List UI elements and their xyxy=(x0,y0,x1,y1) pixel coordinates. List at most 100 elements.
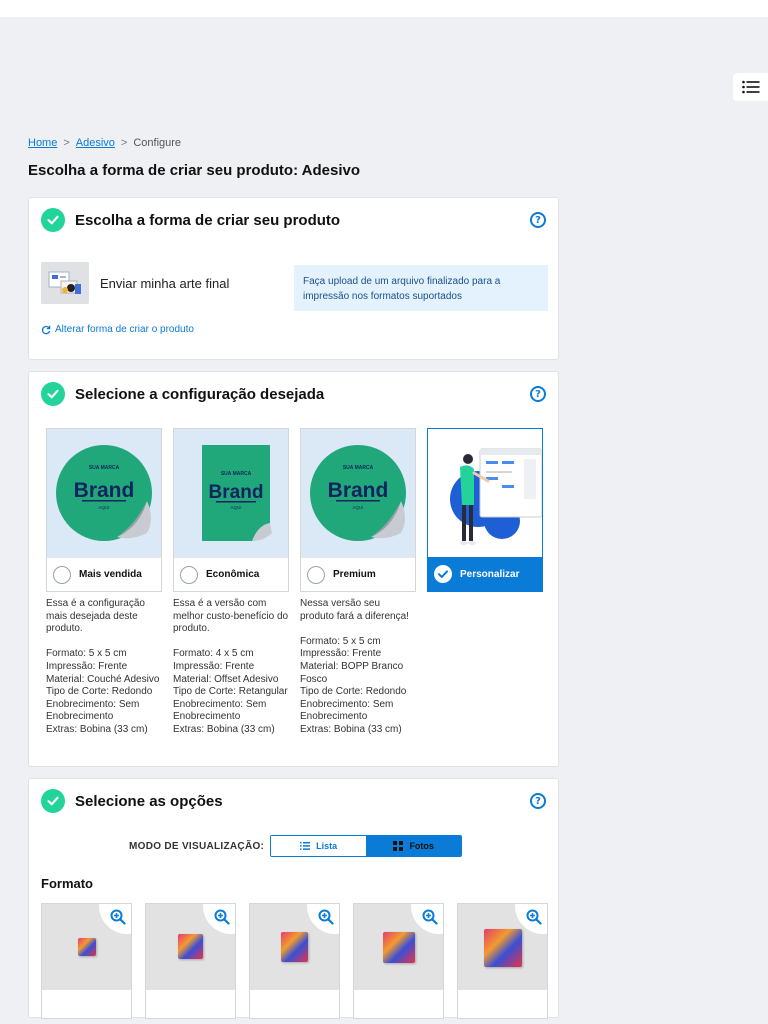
option-footer: Econômica xyxy=(174,557,288,591)
menu-button[interactable] xyxy=(733,73,768,101)
breadcrumb-separator: > xyxy=(120,137,128,149)
format-preview xyxy=(146,904,235,990)
check-icon xyxy=(41,789,65,813)
grid-icon xyxy=(393,841,404,851)
change-method-link[interactable]: Alterar forma de criar o produto xyxy=(41,324,194,335)
format-option[interactable] xyxy=(41,903,132,1019)
option-footer: Premium xyxy=(301,557,415,591)
check-icon xyxy=(41,382,65,406)
format-preview xyxy=(250,904,339,990)
options-card: Selecione as opções ? MODO DE VISUALIZAÇ… xyxy=(28,778,559,1019)
zoom-in-icon[interactable] xyxy=(203,904,235,934)
card-header: Selecione as opções xyxy=(41,789,223,813)
format-option[interactable] xyxy=(457,903,548,1019)
radio-button[interactable] xyxy=(307,565,325,584)
view-list-button[interactable]: Lista xyxy=(271,836,367,856)
description-intro: Essa é a configuração mais desejada dest… xyxy=(46,598,145,635)
format-option[interactable] xyxy=(145,903,236,1019)
config-option-economic[interactable]: SUA MARCA Brand AQUI Econômica xyxy=(173,428,289,592)
sticker-preview-round: SUA MARCA Brand AQUI xyxy=(47,429,161,557)
sticker-thumbnail xyxy=(178,934,203,959)
brand-top-text: SUA MARCA xyxy=(221,471,252,477)
format-preview xyxy=(354,904,443,990)
brand-top-text: SUA MARCA xyxy=(343,465,374,471)
configuration-card: Selecione a configuração desejada ? SUA … xyxy=(28,371,559,767)
breadcrumb: Home > Adesivo > Configure xyxy=(28,137,181,149)
description-intro: Essa é a versão com melhor custo-benefíc… xyxy=(173,598,289,635)
brand-bottom-text: AQUI xyxy=(352,505,363,510)
option-description: Essa é a versão com melhor custo-benefíc… xyxy=(173,598,289,737)
format-option[interactable] xyxy=(353,903,444,1019)
refresh-icon xyxy=(41,325,51,334)
brand-bottom-text: AQUI xyxy=(98,505,109,510)
list-menu-icon xyxy=(741,80,759,94)
breadcrumb-separator: > xyxy=(63,137,70,149)
option-footer: Personalizar xyxy=(428,557,542,591)
zoom-in-icon[interactable] xyxy=(307,904,339,934)
breadcrumb-category-link[interactable]: Adesivo xyxy=(76,137,115,149)
view-mode-label: MODO DE VISUALIZAÇÃO: xyxy=(129,840,265,852)
description-intro: Nessa versão seu produto fará a diferenç… xyxy=(300,598,409,622)
brand-top-text: SUA MARCA xyxy=(89,465,120,471)
configuration-options: SUA MARCA Brand AQUI Mais vendida SUA MA… xyxy=(46,428,543,592)
config-option-customize[interactable]: Personalizar xyxy=(427,428,543,592)
format-option[interactable] xyxy=(249,903,340,1019)
breadcrumb-current: Configure xyxy=(133,137,182,149)
configuration-descriptions: Essa é a configuração mais desejada dest… xyxy=(46,598,416,737)
customize-illustration xyxy=(428,429,542,557)
brand-main-text: Brand xyxy=(74,479,135,502)
card-header: Selecione a configuração desejada xyxy=(41,382,324,406)
card-title: Escolha a forma de criar seu produto xyxy=(75,211,341,229)
sticker-thumbnail xyxy=(383,932,415,963)
view-list-label: Lista xyxy=(316,841,338,851)
format-preview xyxy=(458,904,547,990)
option-footer: Mais vendida xyxy=(47,557,161,591)
option-label: Premium xyxy=(333,569,376,580)
page-title: Escolha a forma de criar seu produto: Ad… xyxy=(28,162,361,179)
change-method-label: Alterar forma de criar o produto xyxy=(55,324,194,335)
sticker-preview-premium: SUA MARCA Brand AQUI xyxy=(301,429,415,557)
card-title: Selecione as opções xyxy=(75,792,223,810)
help-icon[interactable]: ? xyxy=(530,212,546,228)
check-icon xyxy=(41,208,65,232)
sticker-thumbnail xyxy=(281,932,308,962)
upload-info-box: Faça upload de um arquivo finalizado par… xyxy=(294,265,548,311)
zoom-in-icon[interactable] xyxy=(411,904,443,934)
view-mode-toggle: Lista Fotos xyxy=(270,835,463,857)
breadcrumb-home-link[interactable]: Home xyxy=(28,137,57,149)
config-option-premium[interactable]: SUA MARCA Brand AQUI Premium xyxy=(300,428,416,592)
brand-bottom-text: AQUI xyxy=(230,505,241,510)
top-bar xyxy=(0,0,768,17)
option-description: Essa é a configuração mais desejada dest… xyxy=(46,598,162,737)
upload-art-icon xyxy=(41,262,89,304)
option-label: Personalizar xyxy=(460,568,520,580)
description-details: Formato: 5 x 5 cm Impressão: Frente Mate… xyxy=(300,635,407,735)
option-description: Nessa versão seu produto fará a diferenç… xyxy=(300,598,416,737)
radio-button[interactable] xyxy=(180,565,198,584)
help-icon[interactable]: ? xyxy=(530,386,546,402)
card-header: Escolha a forma de criar seu produto xyxy=(41,208,340,232)
brand-main-text: Brand xyxy=(328,479,389,502)
view-mode-row: MODO DE VISUALIZAÇÃO: Lista Fotos xyxy=(129,835,463,857)
view-photos-button[interactable]: Fotos xyxy=(366,836,462,856)
brand-main-text: Brand xyxy=(209,482,264,503)
zoom-in-icon[interactable] xyxy=(99,904,131,934)
format-preview xyxy=(42,904,131,990)
format-heading: Formato xyxy=(41,876,93,891)
sticker-thumbnail xyxy=(78,938,96,956)
help-icon[interactable]: ? xyxy=(530,793,546,809)
check-icon xyxy=(438,570,448,578)
sticker-thumbnail xyxy=(484,929,522,967)
radio-button-checked[interactable] xyxy=(434,565,452,583)
upload-art-option-label: Enviar minha arte final xyxy=(100,276,230,291)
radio-button[interactable] xyxy=(53,565,71,584)
option-label: Mais vendida xyxy=(79,569,142,580)
list-icon xyxy=(300,842,311,850)
format-options xyxy=(41,903,548,1019)
option-label: Econômica xyxy=(206,569,260,580)
view-photos-label: Fotos xyxy=(409,841,434,851)
card-title: Selecione a configuração desejada xyxy=(75,385,325,403)
config-option-best-seller[interactable]: SUA MARCA Brand AQUI Mais vendida xyxy=(46,428,162,592)
create-method-card: Escolha a forma de criar seu produto ? E… xyxy=(28,197,559,360)
sticker-preview-square: SUA MARCA Brand AQUI xyxy=(174,429,288,557)
